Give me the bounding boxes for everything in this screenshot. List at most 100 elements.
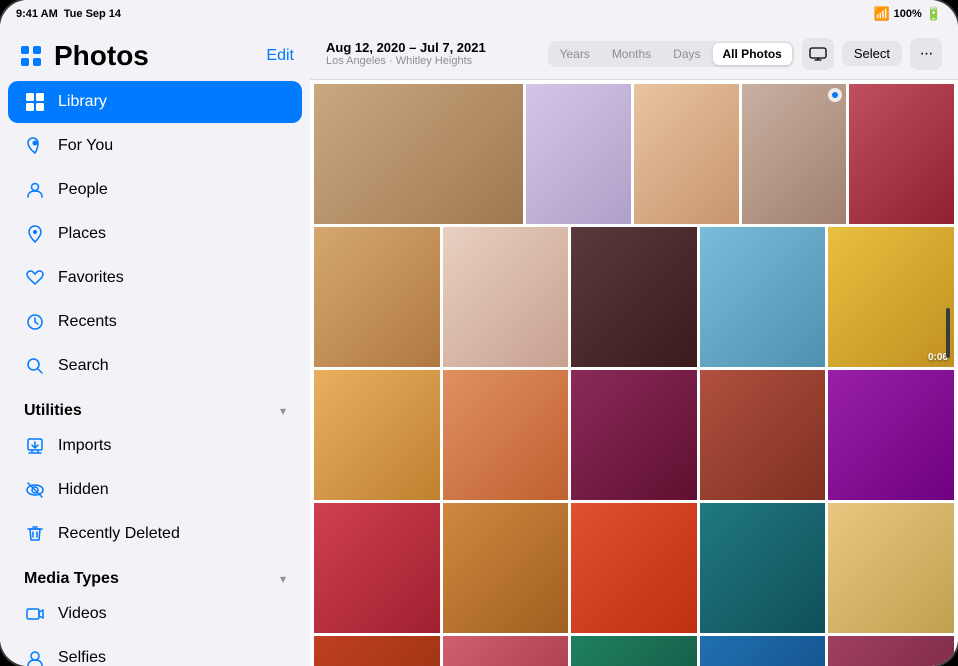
photo-placeholder bbox=[443, 370, 569, 500]
battery-text: 100% bbox=[894, 8, 922, 20]
more-button[interactable]: ··· bbox=[910, 38, 942, 70]
photo-cell[interactable] bbox=[314, 636, 440, 666]
screen: 9:41 AM Tue Sep 14 📶 100% 🔋 bbox=[0, 0, 958, 666]
photo-placeholder bbox=[314, 370, 440, 500]
sidebar-item-recents-label: Recents bbox=[58, 313, 117, 331]
sidebar-item-for-you-label: For You bbox=[58, 137, 113, 155]
media-types-title: Media Types bbox=[24, 570, 119, 588]
utilities-title: Utilities bbox=[24, 402, 82, 420]
photo-cell[interactable] bbox=[443, 227, 569, 367]
places-icon bbox=[24, 223, 46, 245]
photo-placeholder bbox=[571, 503, 697, 633]
photo-placeholder bbox=[828, 503, 954, 633]
wifi-icon: 📶 bbox=[873, 6, 889, 22]
select-button[interactable]: Select bbox=[842, 41, 902, 66]
sidebar-item-favorites[interactable]: Favorites bbox=[8, 257, 302, 299]
home-indicator[interactable] bbox=[946, 308, 950, 358]
photo-cell[interactable] bbox=[314, 84, 523, 224]
recently-deleted-icon bbox=[24, 523, 46, 545]
favorites-icon bbox=[24, 267, 46, 289]
photo-cell[interactable] bbox=[443, 503, 569, 633]
photo-cell[interactable] bbox=[314, 227, 440, 367]
sidebar-item-imports[interactable]: Imports bbox=[8, 425, 302, 467]
photo-cell[interactable] bbox=[571, 370, 697, 500]
sidebar-item-recents[interactable]: Recents bbox=[8, 301, 302, 343]
date-range-text: Aug 12, 2020 – Jul 7, 2021 bbox=[326, 40, 540, 55]
sidebar-item-search-label: Search bbox=[58, 357, 109, 375]
status-date: Tue Sep 14 bbox=[64, 8, 121, 20]
photo-cell[interactable] bbox=[828, 370, 954, 500]
photo-placeholder bbox=[742, 84, 847, 224]
sidebar-header: Photos Edit bbox=[0, 28, 310, 80]
sidebar-item-library[interactable]: Library bbox=[8, 81, 302, 123]
photo-placeholder bbox=[700, 636, 826, 666]
photo-cell[interactable] bbox=[571, 503, 697, 633]
sidebar-item-search[interactable]: Search bbox=[8, 345, 302, 387]
photo-cell[interactable] bbox=[700, 370, 826, 500]
status-bar: 9:41 AM Tue Sep 14 📶 100% 🔋 bbox=[0, 0, 958, 28]
photo-cell[interactable] bbox=[571, 636, 697, 666]
sidebar-item-places[interactable]: Places bbox=[8, 213, 302, 255]
photo-grid: 0:06 bbox=[310, 80, 958, 666]
time-range: Aug 12, 2020 – Jul 7, 2021 Los Angeles ·… bbox=[326, 40, 540, 67]
photo-placeholder bbox=[443, 503, 569, 633]
sidebar-item-videos-label: Videos bbox=[58, 605, 107, 623]
photo-cell[interactable] bbox=[314, 503, 440, 633]
tv-button[interactable] bbox=[802, 38, 834, 70]
photo-cell[interactable] bbox=[314, 370, 440, 500]
photo-cell[interactable] bbox=[443, 370, 569, 500]
photo-placeholder bbox=[700, 503, 826, 633]
for-you-icon bbox=[24, 135, 46, 157]
photo-cell[interactable] bbox=[828, 636, 954, 666]
photo-cell[interactable] bbox=[849, 84, 954, 224]
sidebar-item-selfies[interactable]: Selfies bbox=[8, 637, 302, 666]
photo-cell[interactable] bbox=[828, 503, 954, 633]
sidebar-item-hidden[interactable]: Hidden bbox=[8, 469, 302, 511]
photo-row: 0:06 bbox=[314, 227, 954, 367]
right-panel: Aug 12, 2020 – Jul 7, 2021 Los Angeles ·… bbox=[310, 28, 958, 666]
tab-months[interactable]: Months bbox=[602, 43, 661, 65]
utilities-section-header[interactable]: Utilities ▾ bbox=[0, 388, 310, 424]
photo-cell[interactable] bbox=[571, 227, 697, 367]
photo-placeholder bbox=[314, 503, 440, 633]
photo-placeholder bbox=[571, 636, 697, 666]
sidebar-item-recently-deleted[interactable]: Recently Deleted bbox=[8, 513, 302, 555]
imports-icon bbox=[24, 435, 46, 457]
media-types-chevron: ▾ bbox=[280, 572, 286, 586]
photo-row bbox=[314, 370, 954, 500]
photo-cell[interactable] bbox=[526, 84, 631, 224]
edit-button[interactable]: Edit bbox=[266, 47, 294, 65]
photo-placeholder bbox=[314, 84, 523, 224]
photo-placeholder bbox=[849, 84, 954, 224]
sidebar-item-for-you[interactable]: For You bbox=[8, 125, 302, 167]
photo-cell[interactable] bbox=[700, 636, 826, 666]
media-types-section-header[interactable]: Media Types ▾ bbox=[0, 556, 310, 592]
status-bar-right: 📶 100% 🔋 bbox=[873, 6, 942, 22]
tab-all-photos[interactable]: All Photos bbox=[713, 43, 792, 65]
photo-row bbox=[314, 636, 954, 666]
tab-years[interactable]: Years bbox=[550, 43, 600, 65]
photo-placeholder bbox=[828, 370, 954, 500]
tab-days[interactable]: Days bbox=[663, 43, 710, 65]
battery-icon: 🔋 bbox=[926, 6, 942, 22]
sidebar-item-places-label: Places bbox=[58, 225, 106, 243]
photo-placeholder bbox=[828, 227, 954, 367]
photo-placeholder bbox=[828, 636, 954, 666]
photo-cell[interactable]: 0:06 bbox=[828, 227, 954, 367]
photo-cell[interactable] bbox=[700, 503, 826, 633]
photo-cell[interactable] bbox=[742, 84, 847, 224]
top-bar-actions: Select ··· bbox=[802, 38, 942, 70]
status-time: 9:41 AM bbox=[16, 8, 58, 20]
top-bar: Aug 12, 2020 – Jul 7, 2021 Los Angeles ·… bbox=[310, 28, 958, 80]
ipad-frame: 9:41 AM Tue Sep 14 📶 100% 🔋 bbox=[0, 0, 958, 666]
sidebar-item-hidden-label: Hidden bbox=[58, 481, 109, 499]
photo-placeholder bbox=[700, 370, 826, 500]
sidebar-item-imports-label: Imports bbox=[58, 437, 111, 455]
sidebar-item-people[interactable]: People bbox=[8, 169, 302, 211]
videos-icon bbox=[24, 603, 46, 625]
sidebar-item-videos[interactable]: Videos bbox=[8, 593, 302, 635]
photo-cell[interactable] bbox=[700, 227, 826, 367]
photo-cell[interactable] bbox=[634, 84, 739, 224]
photo-cell[interactable] bbox=[443, 636, 569, 666]
sidebar-item-selfies-label: Selfies bbox=[58, 649, 106, 666]
